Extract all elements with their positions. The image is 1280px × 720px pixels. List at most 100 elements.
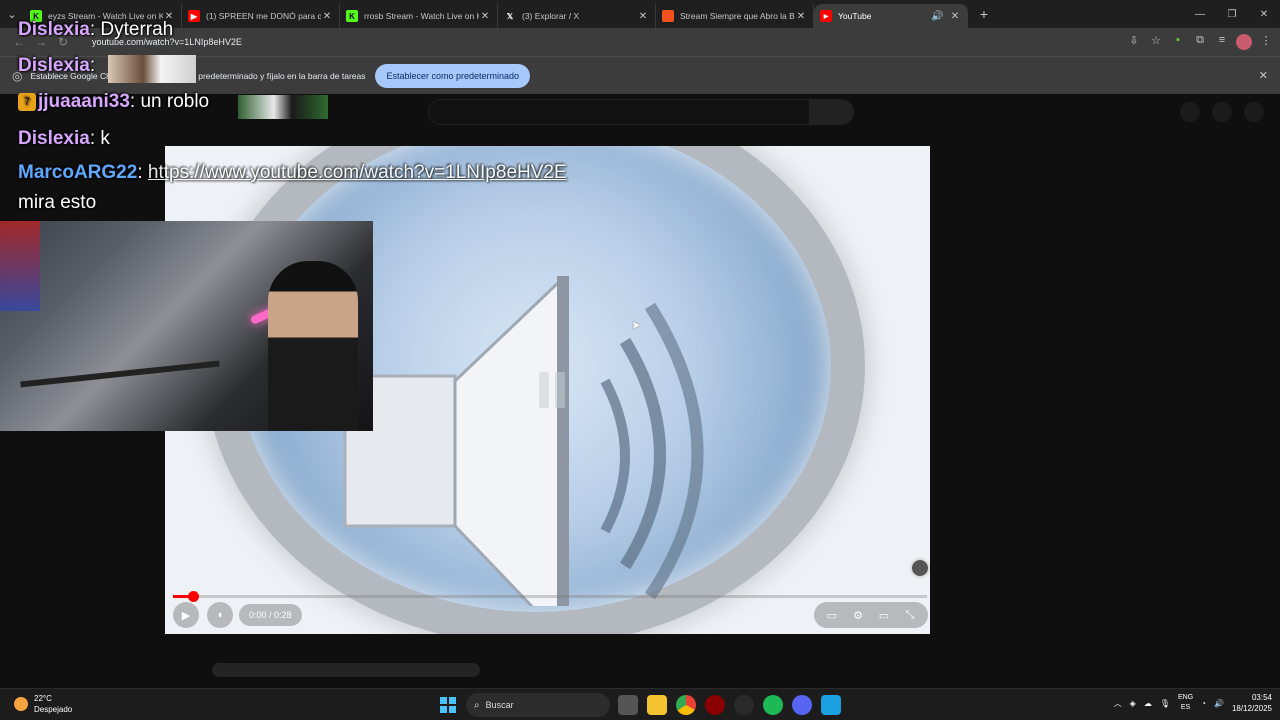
task-view-icon[interactable]: [618, 695, 638, 715]
play-button[interactable]: ▶: [173, 602, 199, 628]
weather-temp: 22°C: [34, 694, 52, 703]
profile-avatar[interactable]: [1236, 34, 1252, 50]
cloud-icon[interactable]: ☁: [1144, 699, 1152, 708]
app-red-icon[interactable]: [705, 695, 725, 715]
network-icon[interactable]: ◈: [1130, 699, 1136, 708]
tab-close-icon[interactable]: ✕: [795, 11, 807, 22]
progress-bar[interactable]: [173, 591, 927, 602]
windows-taskbar: 22°C Despejado ⌕ Buscar ︿ ◈ ☁ 🎙 ENG ES ◔…: [0, 688, 1280, 720]
chat-message: Dislexia: k: [18, 128, 110, 149]
search-icon[interactable]: [809, 100, 853, 124]
youtube-search-input[interactable]: [428, 99, 854, 125]
chat-username: Dislexia: [18, 55, 90, 76]
kick-icon: K: [346, 10, 358, 22]
address-bar: ← → ↻ youtube.com/watch?v=1LNIp8eHV2E ⇩ …: [0, 28, 1280, 56]
chat-username: Dislexia: [18, 19, 90, 40]
file-explorer-icon[interactable]: [647, 695, 667, 715]
restore-icon[interactable]: ❐: [1216, 0, 1248, 28]
menu-kebab-icon[interactable]: ⋮: [1258, 34, 1274, 50]
chat-text: un roblo: [140, 91, 210, 112]
bookmark-star-icon[interactable]: ☆: [1148, 34, 1164, 50]
chat-message: mira esto: [18, 192, 96, 214]
account-avatar[interactable]: [1244, 102, 1264, 122]
chat-message: 7 jjuaaani33: un roblo: [18, 91, 209, 113]
clock-time: 03:54: [1251, 693, 1272, 702]
extension-icon[interactable]: ▪: [1170, 34, 1186, 50]
fullscreen-icon[interactable]: ⤡: [900, 609, 920, 622]
chat-sticker-image: [238, 95, 328, 119]
taskbar-search-label: Buscar: [485, 700, 514, 710]
chrome-icon[interactable]: [676, 695, 696, 715]
chat-text: Dyterrah: [100, 19, 174, 40]
tab-close-icon[interactable]: ✕: [949, 11, 961, 22]
volume-icon[interactable]: ◖: [207, 602, 233, 628]
settings-gear-icon[interactable]: ⚙: [848, 609, 868, 622]
youtube-icon: ▶: [188, 10, 200, 22]
minimize-icon[interactable]: —: [1184, 0, 1216, 28]
facebook-icon[interactable]: [821, 695, 841, 715]
chat-username: jjuaaani33: [38, 91, 130, 112]
tab-title: (3) Explorar / X: [522, 11, 580, 21]
tab-close-icon[interactable]: ✕: [321, 11, 333, 22]
set-default-button[interactable]: Establecer como predeterminado: [375, 63, 531, 88]
chat-text: k: [100, 128, 110, 149]
slides-icon: [662, 10, 674, 22]
chat-text: mira esto: [18, 192, 97, 213]
pause-overlay-icon[interactable]: [539, 372, 567, 408]
tab-close-icon[interactable]: ✕: [637, 11, 649, 22]
x-icon: 𝕏: [506, 11, 514, 21]
media-icon[interactable]: ≡: [1214, 34, 1230, 50]
taskbar-apps: [618, 695, 841, 715]
browser-tab[interactable]: Stream Siempre que Abro la Bo ✕: [656, 4, 814, 28]
progress-scrubber[interactable]: [187, 591, 199, 602]
sub-badge-icon: 7: [18, 93, 36, 111]
sound-icon[interactable]: 🔊: [1214, 699, 1224, 708]
channel-watermark-icon[interactable]: [910, 558, 930, 578]
chat-link[interactable]: https://www.youtube.com/watch?v=1LNIp8eH…: [148, 162, 567, 183]
browser-tab[interactable]: K rrosb Stream - Watch Live on K ✕: [340, 4, 498, 28]
mouse-cursor-icon: ➤: [631, 318, 642, 332]
infobar-close-icon[interactable]: ✕: [1259, 69, 1268, 82]
mic-icon[interactable]: 🎙: [1160, 699, 1170, 708]
puzzle-icon[interactable]: ⧉: [1192, 34, 1208, 50]
chat-username: MarcoARG22: [18, 162, 138, 183]
close-icon[interactable]: ✕: [1248, 0, 1280, 28]
chat-avatar-image: [108, 55, 196, 83]
tab-title: Stream Siempre que Abro la Bo: [680, 11, 795, 21]
subtitles-icon[interactable]: ▭: [822, 609, 842, 622]
system-tray: ︿ ◈ ☁ 🎙 ENG ES ◔ 🔊 03:54 18/12/2025: [1114, 692, 1272, 714]
chat-message: Dislexia: Dyterrah: [18, 19, 174, 40]
tab-title: YouTube: [838, 11, 872, 21]
tab-close-icon[interactable]: ✕: [479, 11, 491, 22]
lang-bottom: ES: [1180, 704, 1191, 711]
spotify-icon[interactable]: [763, 695, 783, 715]
weather-widget[interactable]: 22°C Despejado: [14, 693, 72, 715]
browser-tab[interactable]: ▶ (1) SPREEN me DONÓ para que ✕: [182, 4, 340, 28]
discord-icon[interactable]: [792, 695, 812, 715]
taskbar-search-input[interactable]: ⌕ Buscar: [466, 693, 610, 717]
new-tab-icon[interactable]: +: [972, 6, 996, 22]
search-icon: ⌕: [474, 699, 480, 711]
clock[interactable]: 03:54 18/12/2025: [1232, 692, 1272, 714]
webcam-mic-arm: [20, 360, 220, 388]
player-right-controls: ▭ ⚙ ▭ ⤡: [814, 602, 928, 628]
theater-mode-icon[interactable]: ▭: [874, 609, 894, 622]
streamer-webcam: [0, 221, 373, 431]
speaker-icon[interactable]: 🔊: [931, 11, 943, 22]
browser-tab-active[interactable]: ▶ YouTube 🔊 ✕: [814, 4, 968, 28]
install-icon[interactable]: ⇩: [1126, 34, 1142, 50]
address-bar-actions: ⇩ ☆ ▪ ⧉ ≡ ⋮: [1126, 34, 1274, 50]
webcam-background-poster: [0, 221, 40, 311]
windows-start-icon[interactable]: [440, 697, 456, 713]
wifi-icon[interactable]: ◔: [1201, 699, 1206, 708]
create-icon[interactable]: [1180, 102, 1200, 122]
weather-sun-icon: [14, 697, 28, 711]
tab-title: rrosb Stream - Watch Live on K: [364, 11, 479, 21]
tray-chevron-icon[interactable]: ︿: [1114, 698, 1122, 709]
browser-tab[interactable]: 𝕏 (3) Explorar / X ✕: [498, 4, 656, 28]
language-indicator[interactable]: ENG ES: [1178, 693, 1193, 713]
browser-tab-bar: ⌄ K eyzs Stream - Watch Live on Ki ✕ ▶ (…: [0, 0, 1280, 28]
notifications-icon[interactable]: [1212, 102, 1232, 122]
chat-message: MarcoARG22: https://www.youtube.com/watc…: [18, 162, 567, 183]
steam-icon[interactable]: [734, 695, 754, 715]
